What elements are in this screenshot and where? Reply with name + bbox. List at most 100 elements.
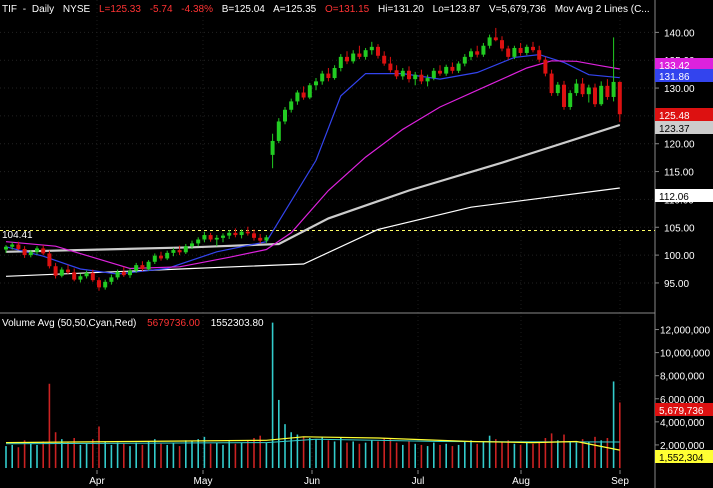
candle-body[interactable]: [314, 81, 318, 86]
candle-body[interactable]: [611, 81, 616, 97]
candle-body[interactable]: [295, 92, 300, 102]
candle-body[interactable]: [580, 83, 585, 95]
candle-body[interactable]: [357, 53, 362, 57]
candle-body[interactable]: [425, 78, 430, 82]
candle-body[interactable]: [78, 276, 83, 280]
candle-body[interactable]: [456, 63, 461, 71]
candle-body[interactable]: [605, 85, 610, 97]
candle-body[interactable]: [301, 92, 306, 98]
candle-body[interactable]: [462, 56, 467, 64]
candle-body[interactable]: [574, 83, 579, 94]
candle-body[interactable]: [165, 252, 170, 259]
candle-body[interactable]: [84, 272, 89, 277]
candle-body[interactable]: [35, 248, 39, 252]
candle-body[interactable]: [493, 37, 498, 41]
candle-body[interactable]: [351, 53, 356, 62]
candle-body[interactable]: [382, 55, 387, 64]
candle-body[interactable]: [283, 109, 287, 122]
candle-body[interactable]: [320, 73, 325, 82]
candle-body[interactable]: [506, 48, 511, 57]
candle-body[interactable]: [289, 101, 294, 110]
candle-body[interactable]: [140, 265, 145, 270]
candle-body[interactable]: [72, 272, 77, 280]
candle-body[interactable]: [450, 66, 455, 71]
candle-body[interactable]: [549, 73, 554, 94]
candle-body[interactable]: [531, 46, 535, 51]
candle-body[interactable]: [258, 237, 263, 241]
candle-body[interactable]: [196, 239, 201, 244]
candle-body[interactable]: [190, 243, 194, 247]
candle-body[interactable]: [270, 140, 275, 155]
candle-body[interactable]: [16, 244, 21, 249]
candle-body[interactable]: [524, 46, 529, 53]
candle-body[interactable]: [555, 84, 560, 94]
candle-body[interactable]: [128, 270, 132, 276]
candle-body[interactable]: [438, 70, 442, 74]
candle-body[interactable]: [376, 46, 380, 56]
candle-body[interactable]: [512, 47, 517, 57]
candle-body[interactable]: [252, 233, 256, 238]
candle-body[interactable]: [518, 47, 523, 53]
candle-body[interactable]: [394, 70, 399, 77]
candle-body[interactable]: [28, 251, 33, 256]
candle-body[interactable]: [487, 37, 492, 46]
candle-body[interactable]: [431, 70, 436, 79]
candle-body[interactable]: [146, 261, 151, 270]
candle-body[interactable]: [214, 237, 219, 240]
candle-body[interactable]: [400, 70, 405, 77]
candle-body[interactable]: [103, 281, 108, 288]
candle-body[interactable]: [177, 250, 182, 253]
candle-body[interactable]: [183, 246, 188, 253]
candle-body[interactable]: [326, 73, 331, 79]
candle-body[interactable]: [363, 50, 368, 57]
candle-body[interactable]: [109, 277, 114, 282]
candle-body[interactable]: [617, 81, 622, 115]
candle-body[interactable]: [53, 266, 58, 276]
candle-body[interactable]: [159, 255, 163, 259]
candle-body[interactable]: [444, 66, 449, 74]
candle-body[interactable]: [47, 253, 52, 267]
candle-body[interactable]: [233, 232, 238, 236]
candle-body[interactable]: [481, 45, 486, 55]
candle-body[interactable]: [239, 231, 244, 236]
candle-body[interactable]: [90, 272, 95, 281]
candle-body[interactable]: [475, 51, 480, 55]
candle-body[interactable]: [10, 244, 15, 247]
candle-body[interactable]: [419, 74, 424, 82]
candle-body[interactable]: [276, 121, 281, 141]
candle-body[interactable]: [221, 235, 225, 238]
candle-body[interactable]: [500, 40, 504, 49]
candle-body[interactable]: [208, 235, 213, 240]
candle-body[interactable]: [121, 271, 126, 276]
candle-body[interactable]: [134, 265, 139, 271]
candle-body[interactable]: [307, 85, 312, 98]
candle-body[interactable]: [345, 56, 349, 62]
candle-body[interactable]: [227, 232, 232, 236]
candle-body[interactable]: [245, 231, 250, 234]
candle-body[interactable]: [537, 50, 542, 60]
candle-body[interactable]: [593, 87, 597, 105]
candle-body[interactable]: [22, 248, 27, 256]
candle-body[interactable]: [338, 56, 343, 69]
candle-body[interactable]: [562, 84, 566, 107]
candle-body[interactable]: [332, 68, 337, 79]
candle-body[interactable]: [543, 59, 548, 74]
candle-body[interactable]: [469, 51, 473, 57]
candle-body[interactable]: [4, 246, 8, 250]
candle-body[interactable]: [388, 63, 393, 71]
candle-body[interactable]: [369, 46, 374, 51]
candle-body[interactable]: [264, 237, 269, 241]
candle-body[interactable]: [115, 271, 120, 278]
candle-body[interactable]: [59, 269, 64, 276]
candle-body[interactable]: [202, 235, 207, 240]
candle-body[interactable]: [407, 70, 411, 80]
candle-body[interactable]: [413, 74, 418, 80]
candle-body[interactable]: [599, 85, 604, 105]
candle-body[interactable]: [171, 250, 176, 253]
candle-body[interactable]: [152, 255, 157, 262]
candle-body[interactable]: [66, 269, 70, 273]
candle-body[interactable]: [586, 87, 591, 95]
candle-body[interactable]: [97, 280, 101, 288]
candle-body[interactable]: [568, 93, 573, 107]
candle-body[interactable]: [41, 248, 46, 254]
